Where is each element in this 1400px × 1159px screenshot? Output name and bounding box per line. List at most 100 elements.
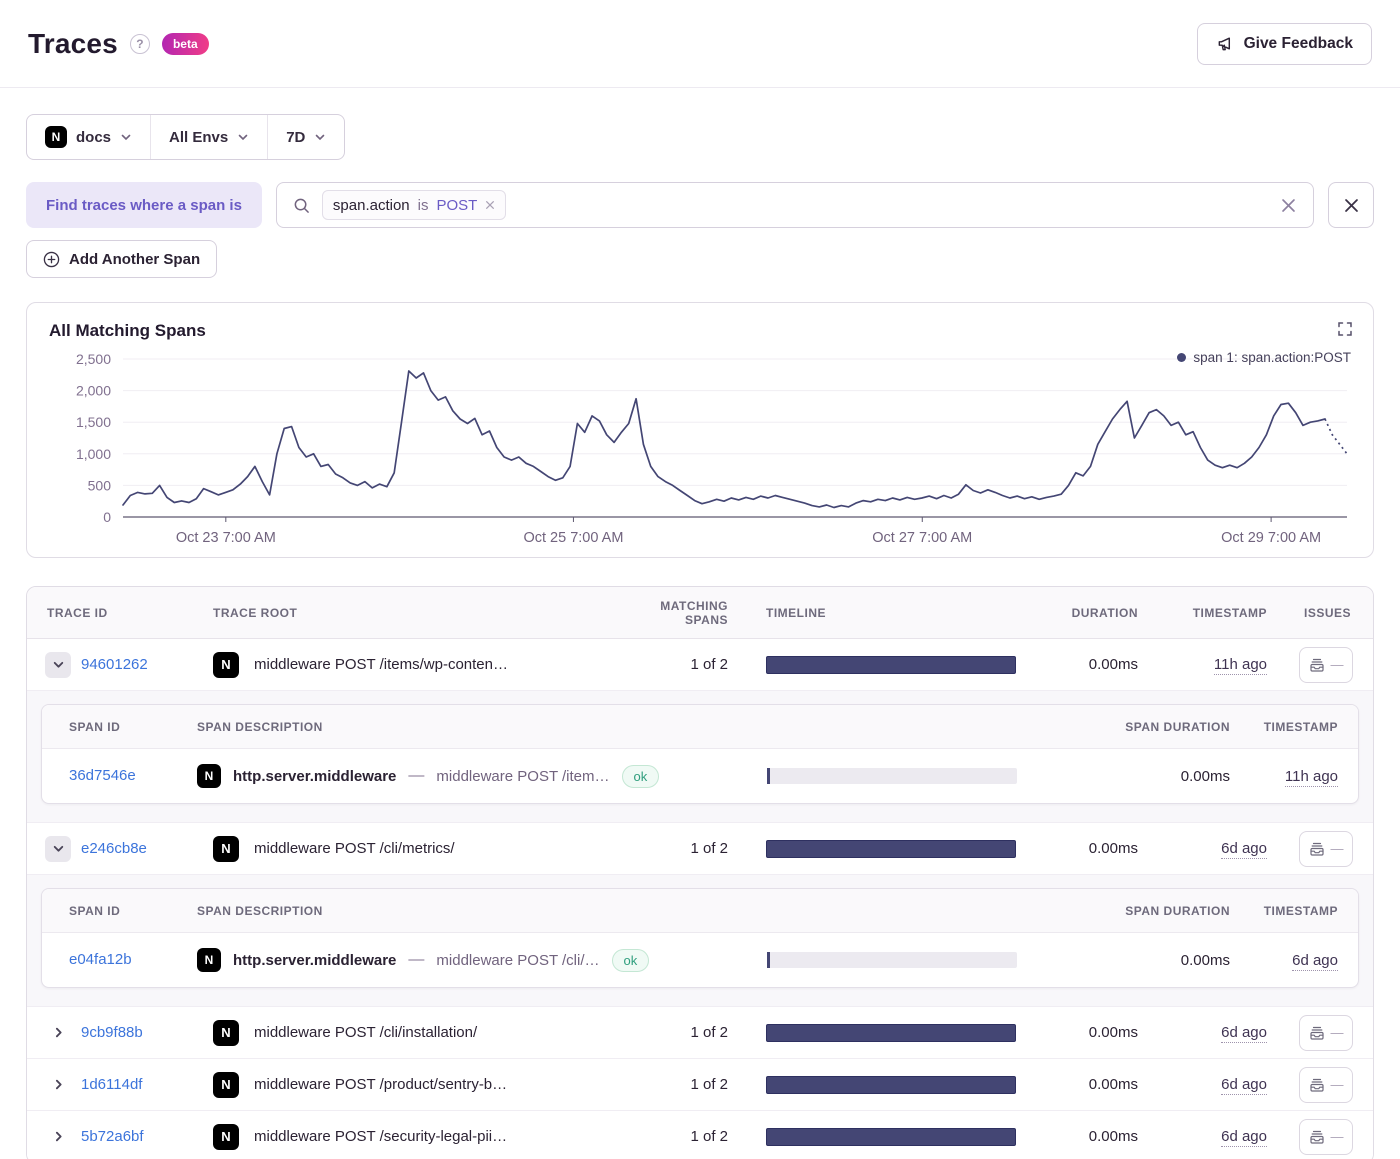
timeline-bar[interactable] — [766, 1024, 1016, 1042]
svg-text:Oct 27 7:00 AM: Oct 27 7:00 AM — [872, 530, 972, 546]
duration-value: 0.00ms — [1048, 656, 1158, 673]
trace-id-link[interactable]: 1d6114df — [81, 1076, 142, 1093]
page-header: Traces ? beta Give Feedback — [0, 0, 1400, 88]
trace-row[interactable]: 9cb9f88b N middleware POST /cli/installa… — [27, 1007, 1373, 1059]
trace-id-link[interactable]: 5b72a6bf — [81, 1128, 144, 1145]
expand-row-chevron-icon[interactable] — [45, 1124, 71, 1150]
nextjs-project-icon: N — [213, 652, 239, 678]
spans-subtable: Span ID Span Description Span Duration T… — [41, 704, 1359, 804]
issues-stack-icon — [1309, 1077, 1325, 1093]
trace-root-label: middleware POST /product/sentry-b… — [254, 1076, 507, 1093]
issues-button[interactable]: — — [1299, 1067, 1353, 1103]
col-span-timestamp: Timestamp — [1238, 720, 1358, 734]
span-id-link[interactable]: 36d7546e — [69, 767, 136, 784]
issues-stack-icon — [1309, 841, 1325, 857]
timeline-bar[interactable] — [766, 840, 1016, 858]
span-duration-value: 0.00ms — [1057, 952, 1238, 969]
no-issues-dash: — — [1331, 1077, 1344, 1092]
nextjs-project-icon: N — [213, 1124, 239, 1150]
span-row[interactable]: e04fa12b N http.server.middleware — midd… — [42, 933, 1358, 987]
col-span-timestamp: Timestamp — [1238, 904, 1358, 918]
chart-legend: span 1: span.action:POST — [1177, 350, 1351, 365]
project-filter[interactable]: N docs — [27, 115, 150, 159]
beta-badge: beta — [162, 33, 209, 55]
span-timeline-marker — [767, 768, 770, 784]
col-span-duration: Span Duration — [1057, 720, 1238, 734]
duration-value: 0.00ms — [1048, 1024, 1158, 1041]
duration-value: 0.00ms — [1048, 1076, 1158, 1093]
help-icon[interactable]: ? — [130, 34, 150, 54]
trace-row[interactable]: 1d6114df N middleware POST /product/sent… — [27, 1059, 1373, 1111]
svg-text:2,500: 2,500 — [76, 351, 111, 367]
trace-id-link[interactable]: e246cb8e — [81, 840, 147, 857]
expanded-spans-section: Span ID Span Description Span Duration T… — [27, 875, 1373, 1007]
no-issues-dash: — — [1331, 1025, 1344, 1040]
expand-row-chevron-icon[interactable] — [45, 1072, 71, 1098]
environment-filter[interactable]: All Envs — [150, 115, 267, 159]
collapse-row-chevron-icon[interactable] — [45, 836, 71, 862]
token-value: POST — [437, 197, 478, 214]
expand-chart-icon[interactable] — [1333, 317, 1357, 341]
span-status-badge: ok — [622, 765, 660, 788]
environment-filter-value: All Envs — [169, 129, 228, 146]
svg-text:1,000: 1,000 — [76, 446, 111, 462]
span-duration-value: 0.00ms — [1057, 768, 1238, 785]
nextjs-project-icon: N — [213, 1020, 239, 1046]
spans-subtable-header: Span ID Span Description Span Duration T… — [42, 889, 1358, 933]
expanded-spans-section: Span ID Span Description Span Duration T… — [27, 691, 1373, 823]
svg-text:500: 500 — [88, 477, 112, 493]
svg-text:Oct 29 7:00 AM: Oct 29 7:00 AM — [1221, 530, 1321, 546]
duration-value: 0.00ms — [1048, 840, 1158, 857]
col-span-description: Span Description — [197, 904, 767, 918]
trace-row[interactable]: e246cb8e N middleware POST /cli/metrics/… — [27, 823, 1373, 875]
filter-token[interactable]: span.action is POST — [322, 190, 506, 220]
timestamp-value: 6d ago — [1221, 840, 1267, 859]
no-issues-dash: — — [1331, 841, 1344, 856]
remove-token-icon[interactable] — [485, 200, 495, 210]
span-id-link[interactable]: e04fa12b — [69, 951, 132, 968]
span-status-badge: ok — [612, 949, 650, 972]
issues-button[interactable]: — — [1299, 647, 1353, 683]
no-issues-dash: — — [1331, 657, 1344, 672]
timeline-bar[interactable] — [766, 656, 1016, 674]
timestamp-value: 11h ago — [1214, 656, 1267, 675]
search-icon — [293, 197, 310, 214]
trace-id-link[interactable]: 94601262 — [81, 656, 148, 673]
span-op-label: http.server.middleware — [233, 768, 396, 785]
nextjs-project-icon: N — [213, 836, 239, 862]
spans-line-chart[interactable]: 05001,0001,5002,0002,500Oct 23 7:00 AMOc… — [49, 347, 1353, 547]
timestamp-value: 6d ago — [1221, 1024, 1267, 1043]
filter-bar: N docs All Envs 7D — [26, 114, 345, 160]
trace-row[interactable]: 5b72a6bf N middleware POST /security-leg… — [27, 1111, 1373, 1159]
issues-stack-icon — [1309, 657, 1325, 673]
add-another-span-button[interactable]: Add Another Span — [26, 240, 217, 278]
separator-dash: — — [408, 951, 424, 969]
collapse-row-chevron-icon[interactable] — [45, 652, 71, 678]
expand-row-chevron-icon[interactable] — [45, 1020, 71, 1046]
chevron-down-icon — [237, 131, 249, 143]
span-row[interactable]: 36d7546e N http.server.middleware — midd… — [42, 749, 1358, 803]
remove-span-filter-button[interactable] — [1328, 182, 1374, 228]
issues-button[interactable]: — — [1299, 831, 1353, 867]
timeline-bar[interactable] — [766, 1076, 1016, 1094]
trace-id-link[interactable]: 9cb9f88b — [81, 1024, 143, 1041]
col-trace-root: Trace Root — [197, 606, 648, 620]
issues-button[interactable]: — — [1299, 1015, 1353, 1051]
give-feedback-button[interactable]: Give Feedback — [1197, 23, 1372, 65]
span-op-label: http.server.middleware — [233, 952, 396, 969]
trace-root-label: middleware POST /items/wp-conten… — [254, 656, 508, 673]
svg-text:2,000: 2,000 — [76, 383, 111, 399]
no-issues-dash: — — [1331, 1129, 1344, 1144]
token-key: span.action — [333, 197, 410, 214]
project-filter-value: docs — [76, 129, 111, 146]
clear-search-button[interactable] — [1280, 197, 1297, 214]
issues-stack-icon — [1309, 1025, 1325, 1041]
span-search-input[interactable]: span.action is POST — [276, 182, 1314, 228]
issues-button[interactable]: — — [1299, 1119, 1353, 1155]
time-period-filter[interactable]: 7D — [267, 115, 344, 159]
col-trace-id: Trace ID — [27, 606, 197, 620]
find-traces-label: Find traces where a span is — [26, 182, 262, 228]
col-span-duration: Span Duration — [1057, 904, 1238, 918]
trace-row[interactable]: 94601262 N middleware POST /items/wp-con… — [27, 639, 1373, 691]
timeline-bar[interactable] — [766, 1128, 1016, 1146]
